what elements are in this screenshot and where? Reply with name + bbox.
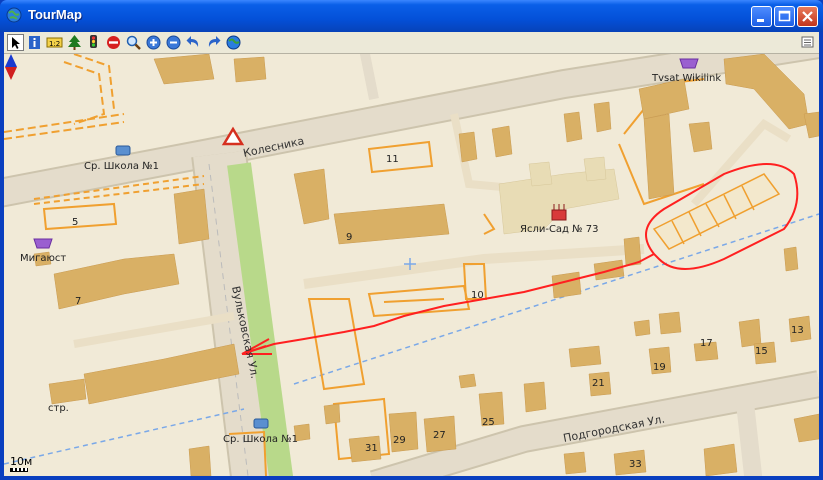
house-number: 7: [75, 296, 81, 307]
list-icon: [801, 36, 814, 48]
redo-icon: [208, 36, 221, 47]
shop-icon[interactable]: [679, 58, 699, 69]
ruler-icon: 1:2: [46, 37, 63, 48]
close-icon: [802, 11, 813, 22]
pointer-tool-button[interactable]: [7, 34, 24, 51]
undo-icon: [186, 36, 199, 47]
house-number: 33: [629, 459, 642, 470]
window-title: TourMap: [28, 7, 82, 22]
toolbar: 1:2: [4, 32, 819, 54]
house-number: 15: [755, 346, 768, 357]
map-canvas[interactable]: Колесника Вульковская Ул. Подгородская У…: [4, 54, 819, 476]
house-number: 27: [433, 430, 446, 441]
house-number: 10: [471, 290, 484, 301]
poi-label-migayust: Мигаюст: [20, 253, 66, 264]
traffic-light-icon: [90, 35, 97, 48]
house-number: 29: [393, 435, 406, 446]
svg-text:1:2: 1:2: [49, 40, 60, 48]
poi-label-tvsat: Tvsat Wikilink: [651, 73, 721, 84]
zoom-out-icon: [166, 35, 181, 50]
minimize-button[interactable]: [751, 6, 772, 27]
poi-label-school-bottom: Ср. Школа №1: [223, 434, 298, 445]
house-number: 5: [72, 217, 78, 228]
maximize-button[interactable]: [774, 6, 795, 27]
search-tool-button[interactable]: [125, 34, 142, 51]
bus-stop-icon[interactable]: [253, 418, 269, 429]
redo-tool-button[interactable]: [205, 34, 222, 51]
house-number: 21: [592, 378, 605, 389]
house-number: 17: [700, 338, 713, 349]
tree-icon: [68, 35, 81, 50]
info-icon: [29, 36, 40, 49]
search-icon: [126, 35, 141, 50]
poi-label-kindergarten: Ясли-Сад № 73: [520, 224, 598, 235]
pointer-icon: [12, 37, 20, 49]
shop-icon[interactable]: [33, 238, 53, 249]
minimize-icon: [757, 19, 764, 22]
title-bar[interactable]: TourMap: [0, 0, 823, 32]
tree-tool-button[interactable]: [66, 34, 83, 51]
zoom-in-icon: [146, 35, 161, 50]
traffic-light-tool-button[interactable]: [85, 34, 102, 51]
maximize-icon: [778, 10, 791, 22]
poi-label-str: стр.: [48, 403, 69, 414]
scale-bar: [10, 468, 28, 472]
menu-button[interactable]: [800, 34, 817, 51]
zoom-in-tool-button[interactable]: [145, 34, 162, 51]
undo-tool-button[interactable]: [185, 34, 202, 51]
info-tool-button[interactable]: [26, 34, 43, 51]
scale-indicator: 10м: [10, 455, 32, 472]
house-number: 13: [791, 325, 804, 336]
globe-icon: [226, 35, 241, 50]
bus-stop-icon[interactable]: [115, 145, 131, 156]
poi-label-school-top: Ср. Школа №1: [84, 161, 159, 172]
zoom-out-tool-button[interactable]: [165, 34, 182, 51]
stop-icon: [107, 36, 120, 49]
globe-tool-button[interactable]: [225, 34, 242, 51]
house-number: 31: [365, 443, 378, 454]
house-number: 9: [346, 232, 352, 243]
stop-tool-button[interactable]: [105, 34, 122, 51]
globe-icon: [6, 7, 22, 23]
kindergarten-icon[interactable]: [551, 204, 567, 221]
compass-icon: [5, 54, 17, 80]
scale-tool-button[interactable]: 1:2: [46, 34, 63, 51]
scale-label: 10м: [10, 455, 33, 468]
close-button[interactable]: [797, 6, 818, 27]
house-number: 11: [386, 154, 399, 165]
app-window: TourMap 1:2 Колесника Вульковская Ул. По…: [0, 0, 823, 480]
map-svg: Колесника Вульковская Ул. Подгородская У…: [4, 54, 819, 476]
house-number: 25: [482, 417, 495, 428]
house-number: 19: [653, 362, 666, 373]
